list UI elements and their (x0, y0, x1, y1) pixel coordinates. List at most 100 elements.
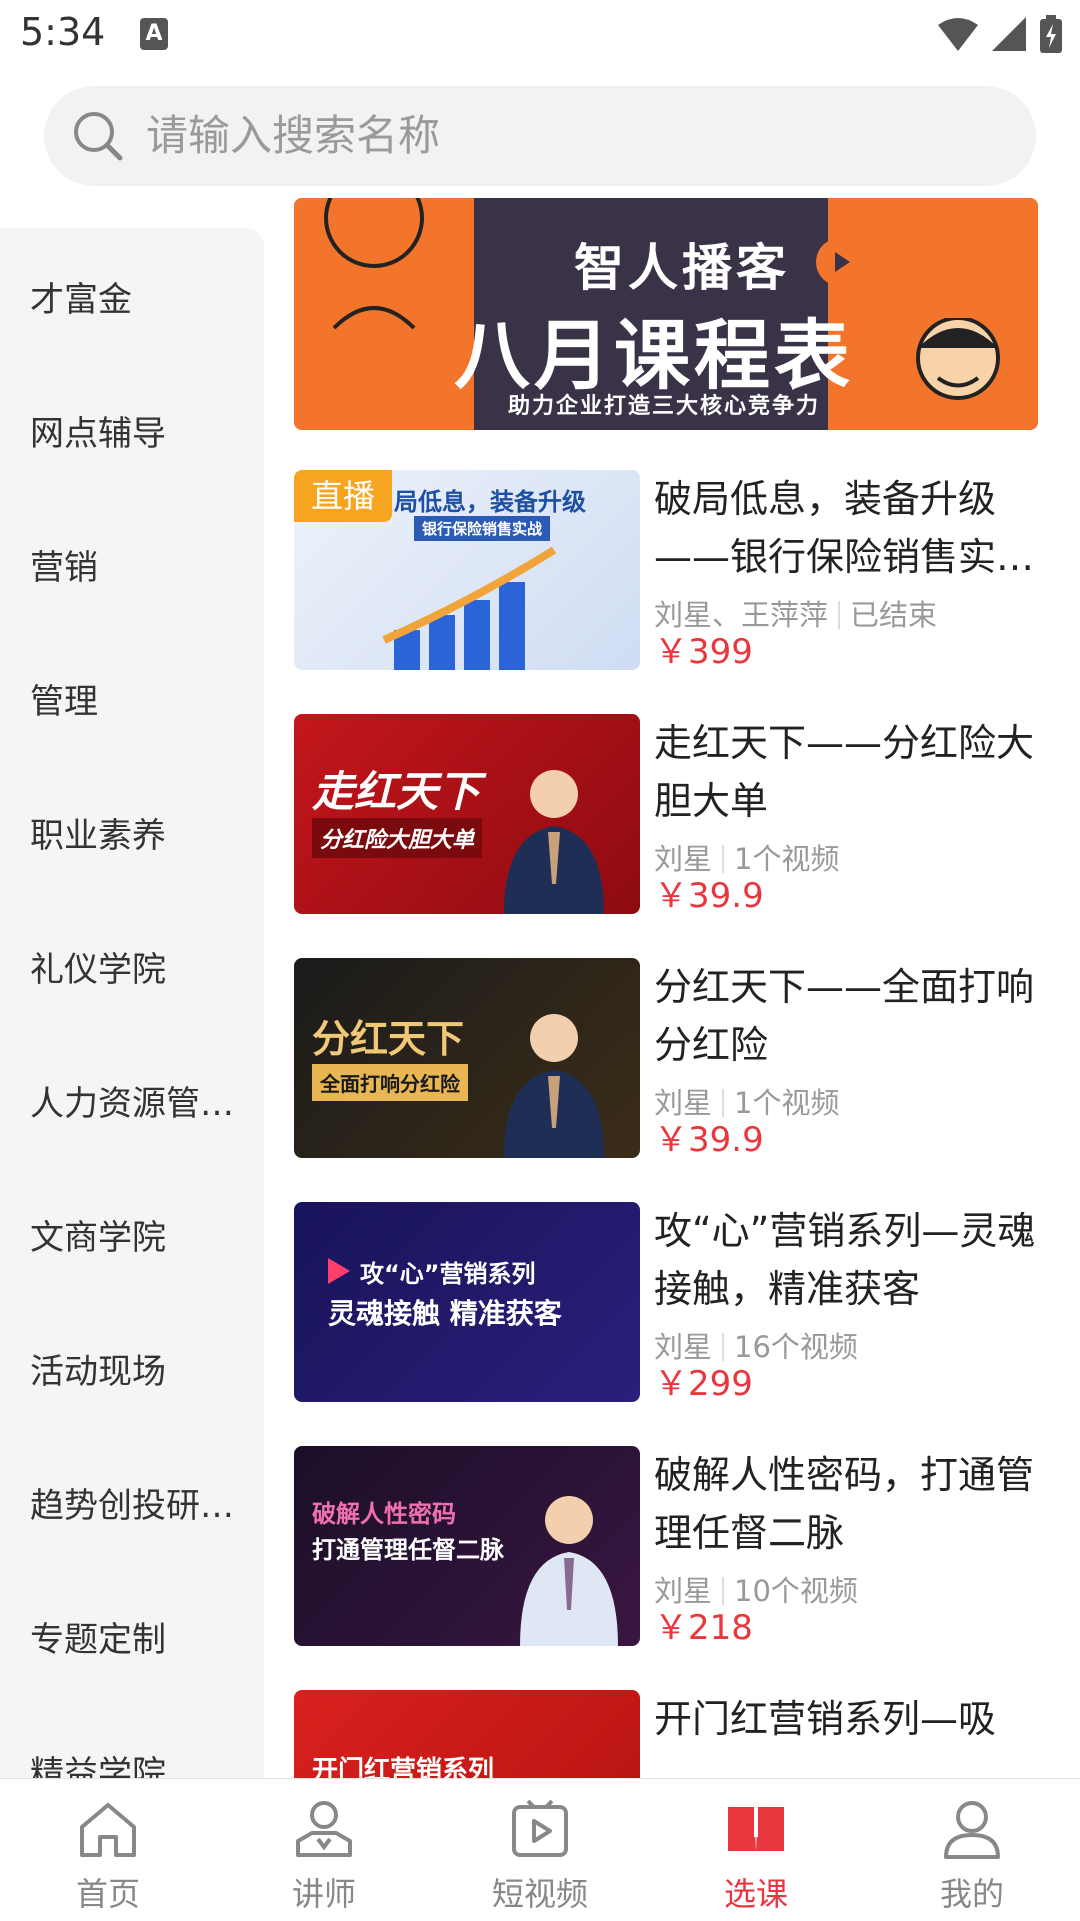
sidebar-item[interactable]: 才富金 (0, 228, 264, 362)
sidebar-item[interactable]: 专题定制 (0, 1568, 264, 1702)
sidebar-item[interactable]: 活动现场 (0, 1300, 264, 1434)
sidebar-item-label: 专题定制 (30, 1620, 166, 1660)
lecturer-icon (296, 1801, 352, 1857)
course-thumbnail: 局低息，装备升级 银行保险销售实战 直播 (294, 470, 640, 670)
course-item[interactable]: 局低息，装备升级 银行保险销售实战 直播 破局低息，装备升级——银行保险销售实…… (294, 470, 1038, 672)
cartoon-woman-icon (324, 198, 424, 330)
course-title: 开门红营销系列—吸 (654, 1697, 997, 1741)
tab-label: 首页 (75, 1875, 140, 1913)
status-time: 5:34 (20, 10, 106, 54)
tab-home[interactable]: 首页 (0, 1779, 216, 1921)
course-title: 破局低息，装备升级——银行保险销售实… (654, 477, 1035, 579)
thumb-title: 开门红营销系列 (312, 1756, 495, 1778)
lecturer-photo-icon (504, 770, 604, 914)
course-item[interactable]: 走红天下 分红险大胆大单 走红天下——分红险大胆大单 刘星 1个视频 ￥39.9 (294, 714, 1038, 916)
course-thumbnail: 攻“心”营销系列 灵魂接触 精准获客 (294, 1202, 640, 1402)
course-title: 破解人性密码，打通管理任督二脉 (654, 1453, 1035, 1555)
sidebar-item-label: 职业素养 (30, 816, 166, 856)
sidebar-item-label: 管理 (30, 682, 98, 722)
sidebar-item[interactable]: 精益学院 (0, 1702, 264, 1778)
status-icons (938, 12, 1062, 56)
book-icon (728, 1807, 784, 1851)
sidebar-item[interactable]: 文商学院 (0, 1166, 264, 1300)
thumb-subtitle: 打通管理任督二脉 (312, 1536, 504, 1564)
sidebar-item-label: 活动现场 (30, 1352, 166, 1392)
course-thumbnail: 开门红营销系列 (294, 1690, 640, 1778)
course-status: 已结束 (850, 598, 938, 632)
meta-divider (838, 601, 841, 629)
course-price: ￥299 (654, 1364, 753, 1404)
sidebar-item-label: 人力资源管… (30, 1084, 234, 1124)
course-item[interactable]: 破解人性密码 打通管理任督二脉 破解人性密码，打通管理任督二脉 刘星 10个视频 … (294, 1446, 1038, 1648)
search-icon (74, 112, 123, 161)
status-bar: 5:34 A (0, 0, 1080, 70)
sidebar-item[interactable]: 职业素养 (0, 764, 264, 898)
tab-label: 我的 (939, 1875, 1004, 1913)
video-icon (512, 1799, 568, 1857)
course-list: 智人播客 八月课程表 助力企业打造三大核心竞争力 局低息，装备升级 银行保险销售… (294, 190, 1038, 1778)
sidebar-item-label: 趋势创投研… (30, 1486, 234, 1526)
course-price: ￥399 (654, 632, 753, 672)
sidebar-item[interactable]: 人力资源管… (0, 1032, 264, 1166)
cartoon-man-icon (916, 318, 1000, 400)
battery-icon (1040, 15, 1062, 53)
sidebar-item[interactable]: 网点辅导 (0, 362, 264, 496)
course-title: 走红天下——分红险大胆大单 (654, 721, 1035, 823)
sidebar-item-label: 精益学院 (30, 1754, 166, 1778)
thumb-subtitle: 灵魂接触 精准获客 (328, 1297, 562, 1330)
sidebar-item-label: 网点辅导 (30, 414, 166, 454)
tab-select-course[interactable]: 选课 (648, 1779, 864, 1921)
thumb-title: 局低息，装备升级 (394, 488, 586, 516)
thumb-subtitle: 全面打响分红险 (312, 1064, 468, 1101)
thumb-title: 破解人性密码 (312, 1500, 456, 1528)
bottom-tab-bar: 首页 讲师 短视频 选课 我的 (0, 1778, 1080, 1921)
sidebar-item[interactable]: 营销 (0, 496, 264, 630)
home-icon (80, 1803, 136, 1857)
thumb-subtitle: 银行保险销售实战 (414, 516, 551, 541)
notification-a-icon: A (140, 18, 168, 50)
play-triangle-icon (328, 1258, 350, 1284)
thumb-title: 分红天下 (312, 1017, 465, 1061)
category-sidebar: 才富金 网点辅导 营销 管理 职业素养 礼仪学院 人力资源管… 文商学院 活动现… (0, 228, 264, 1778)
course-item[interactable]: 分红天下 全面打响分红险 分红天下——全面打响分红险 刘星 1个视频 ￥39.9 (294, 958, 1038, 1160)
tab-profile[interactable]: 我的 (864, 1779, 1080, 1921)
lecturer-photo-icon (504, 1014, 604, 1158)
search-bar[interactable]: 请输入搜索名称 (44, 86, 1036, 186)
sidebar-item-label: 营销 (30, 548, 98, 588)
signal-icon (992, 17, 1026, 51)
wifi-icon (938, 18, 978, 51)
promo-banner[interactable]: 智人播客 八月课程表 助力企业打造三大核心竞争力 (294, 198, 1038, 430)
banner-subtitle: 助力企业打造三大核心竞争力 (508, 394, 821, 419)
sidebar-item[interactable]: 趋势创投研… (0, 1434, 264, 1568)
search-input[interactable]: 请输入搜索名称 (146, 108, 440, 164)
live-badge: 直播 (294, 470, 392, 522)
tab-lecturer[interactable]: 讲师 (216, 1779, 432, 1921)
growth-chart-icon (382, 546, 557, 670)
course-thumbnail: 分红天下 全面打响分红险 (294, 958, 640, 1158)
thumb-title: 走红天下 (312, 767, 481, 816)
tab-short-video[interactable]: 短视频 (432, 1779, 648, 1921)
tab-label: 短视频 (491, 1875, 588, 1913)
course-title: 分红天下——全面打响分红险 (654, 965, 1035, 1067)
course-thumbnail: 破解人性密码 打通管理任督二脉 (294, 1446, 640, 1646)
profile-icon (944, 1801, 1000, 1859)
sidebar-item[interactable]: 管理 (0, 630, 264, 764)
lecturer-photo-icon (520, 1496, 618, 1646)
banner-title: 智人播客 (574, 239, 790, 297)
sidebar-item-label: 才富金 (30, 280, 132, 320)
thumb-subtitle: 分红险大胆大单 (312, 818, 483, 858)
course-price: ￥39.9 (654, 876, 764, 916)
tab-label: 讲师 (291, 1875, 356, 1913)
course-title: 攻“心”营销系列—灵魂接触，精准获客 (654, 1209, 1036, 1311)
course-item[interactable]: 攻“心”营销系列 灵魂接触 精准获客 攻“心”营销系列—灵魂接触，精准获客 刘星… (294, 1202, 1038, 1404)
thumb-title: 攻“心”营销系列 (360, 1260, 536, 1288)
sidebar-item[interactable]: 礼仪学院 (0, 898, 264, 1032)
course-item[interactable]: 开门红营销系列 开门红营销系列—吸 (294, 1690, 1038, 1778)
tab-label: 选课 (723, 1875, 788, 1913)
course-thumbnail: 走红天下 分红险大胆大单 (294, 714, 640, 914)
play-icon (816, 238, 864, 286)
sidebar-item-label: 文商学院 (30, 1218, 166, 1258)
sidebar-item-label: 礼仪学院 (30, 950, 166, 990)
course-price: ￥39.9 (654, 1120, 764, 1160)
course-price: ￥218 (654, 1608, 753, 1648)
